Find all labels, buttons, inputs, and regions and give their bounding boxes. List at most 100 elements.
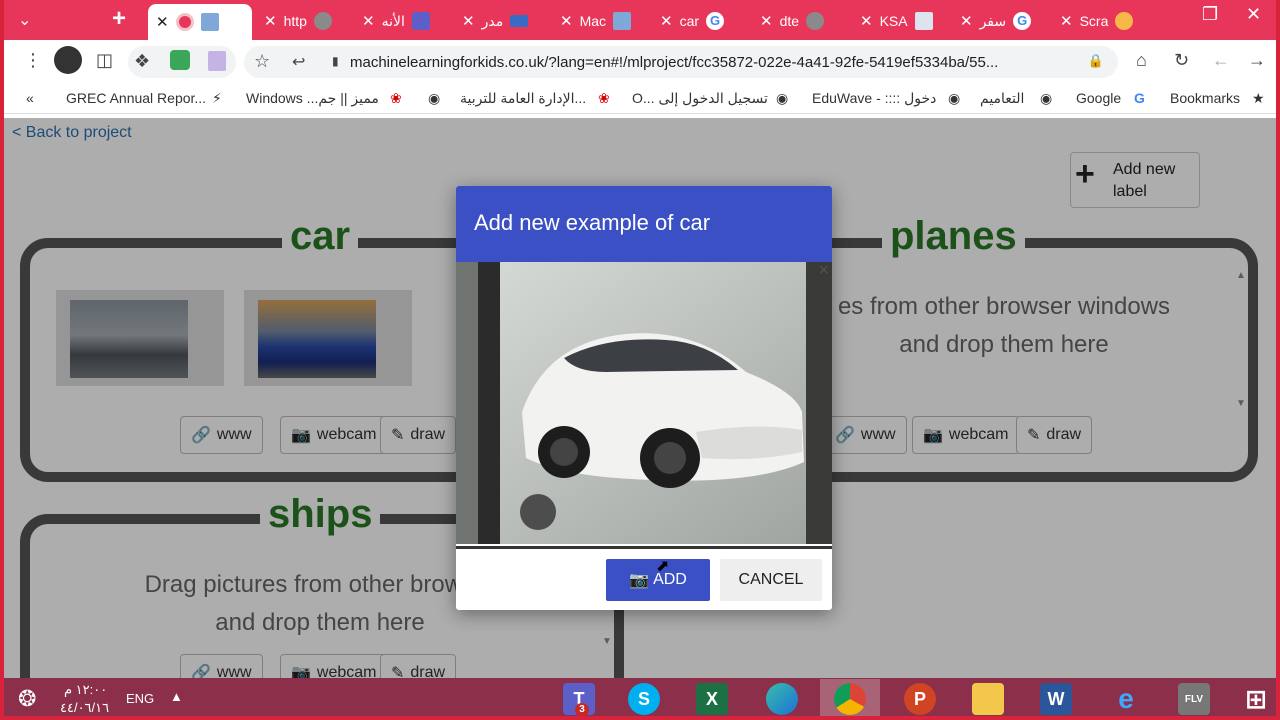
- close-icon[interactable]: ✕: [156, 13, 169, 31]
- close-icon[interactable]: ✕: [860, 12, 873, 30]
- bookmarks-bar: « GREC Annual Repor... ⚡ Windows ...مميز…: [4, 84, 1276, 114]
- tab-car[interactable]: ✕ car G: [652, 6, 746, 36]
- globe-icon: ◉: [948, 90, 961, 106]
- tray-expand-icon[interactable]: ▲: [170, 689, 183, 704]
- cancel-button[interactable]: CANCEL: [720, 559, 822, 601]
- bookmark-grec[interactable]: GREC Annual Repor...: [66, 90, 206, 106]
- internet-explorer-icon: e: [1118, 683, 1134, 714]
- excel-taskbar-button[interactable]: X: [682, 679, 742, 716]
- project-favicon-icon: [200, 13, 219, 31]
- dialog-title: Add new example of car: [456, 186, 832, 262]
- add-example-dialog: Add new example of car × 📷 ADD CANCEL: [456, 186, 832, 610]
- bookmark-eduwave[interactable]: EduWave - :::: دخول: [812, 90, 936, 107]
- edge-icon: [766, 683, 798, 715]
- close-icon[interactable]: ✕: [264, 12, 277, 30]
- browser-window: ⌄ + ✕ ✕ http ✕ الأنه ✕ مدر ✕ Mac ✕ car G…: [0, 0, 1280, 720]
- language-indicator[interactable]: ENG: [126, 691, 154, 706]
- new-tab-button[interactable]: +: [112, 5, 126, 33]
- globe-icon: [806, 12, 825, 30]
- bookmark-education[interactable]: الإدارة العامة للتربية...: [460, 90, 586, 107]
- skype-taskbar-button[interactable]: S: [614, 679, 674, 716]
- tab-ksa[interactable]: ✕ KSA: [852, 6, 946, 36]
- extensions-group: ❖: [128, 46, 236, 78]
- huawei-icon: ❀: [390, 90, 402, 106]
- tab-search-icon[interactable]: ⌄: [18, 10, 31, 30]
- edge-taskbar-button[interactable]: [752, 679, 812, 716]
- close-icon[interactable]: ✕: [960, 12, 973, 30]
- reload-icon[interactable]: ↻: [1174, 50, 1189, 71]
- teams-taskbar-button[interactable]: T3: [549, 679, 609, 716]
- pdf-icon[interactable]: [208, 51, 226, 71]
- globe-icon: [313, 12, 332, 30]
- flv-player-icon: FLV: [1178, 683, 1210, 715]
- bookmark-google[interactable]: Google: [1076, 90, 1121, 106]
- tab-dte[interactable]: ✕ dte: [752, 6, 846, 36]
- tab-label: car: [679, 13, 700, 29]
- file-explorer-taskbar-button[interactable]: [958, 679, 1018, 716]
- url-text: machinelearningforkids.co.uk/?lang=en#!/…: [350, 53, 999, 71]
- more-menu-icon[interactable]: ⋮: [24, 50, 42, 71]
- clock-date[interactable]: ٤٤/٠٦/١٦: [60, 700, 109, 716]
- tab-strip: ⌄ + ✕ ✕ http ✕ الأنه ✕ مدر ✕ Mac ✕ car G…: [4, 0, 1276, 40]
- skype-icon: S: [628, 683, 660, 715]
- bookmark-windows[interactable]: Windows ...مميز || جم: [246, 90, 379, 107]
- teams-icon: T3: [563, 683, 595, 716]
- bookmark-circulars[interactable]: التعاميم: [980, 90, 1024, 107]
- google-icon: G: [1013, 12, 1032, 30]
- tab-label: الأنه: [381, 12, 405, 29]
- close-window-icon[interactable]: ✕: [1246, 4, 1261, 25]
- forward-icon[interactable]: ←: [1212, 50, 1230, 71]
- google-icon: G: [1134, 90, 1145, 106]
- chrome-taskbar-button[interactable]: [820, 679, 880, 716]
- side-panel-icon[interactable]: ◫: [96, 50, 113, 71]
- address-bar[interactable]: ☆ ↩ ▮ machinelearningforkids.co.uk/?lang…: [244, 46, 1118, 78]
- globe-icon: ◉: [776, 90, 789, 106]
- windows-taskbar: ❂ ١٢:٠٠ م ٤٤/٠٦/١٦ ENG ▲ T3 S X P W e FL…: [4, 678, 1276, 716]
- tab-label: مدر: [481, 12, 504, 29]
- profile-avatar[interactable]: [54, 46, 82, 74]
- puzzle-icon[interactable]: ❖: [134, 51, 150, 72]
- tab-mac[interactable]: ✕ Mac: [552, 6, 646, 36]
- teams-icon: [411, 12, 430, 30]
- bookmarks-overflow-icon[interactable]: «: [26, 90, 34, 106]
- extension-icon[interactable]: [170, 50, 190, 70]
- globe-icon: ◉: [1040, 90, 1053, 106]
- share-icon[interactable]: ↩: [292, 52, 305, 72]
- clock-time[interactable]: ١٢:٠٠ م: [64, 682, 107, 698]
- globe-icon: ◉: [428, 90, 441, 106]
- tab-label: Mac: [579, 13, 607, 29]
- back-icon[interactable]: →: [1248, 50, 1266, 71]
- ie-taskbar-button[interactable]: e: [1096, 679, 1156, 716]
- powerpoint-taskbar-button[interactable]: P: [890, 679, 950, 716]
- start-button[interactable]: ⊞: [1226, 679, 1276, 716]
- close-icon[interactable]: ✕: [760, 12, 773, 30]
- flv-player-taskbar-button[interactable]: FLV: [1164, 679, 1224, 716]
- close-icon[interactable]: ✕: [660, 12, 673, 30]
- tab-school[interactable]: ✕ مدر: [454, 6, 548, 36]
- tab-travel[interactable]: ✕ سفر G: [952, 6, 1046, 36]
- restore-icon[interactable]: ❐: [1202, 4, 1218, 25]
- tab-label: Scra: [1079, 13, 1109, 29]
- tab-scratch[interactable]: ✕ Scra: [1052, 6, 1146, 36]
- close-icon[interactable]: ✕: [560, 12, 573, 30]
- weather-icon[interactable]: ❂: [18, 686, 36, 712]
- tab-teams[interactable]: ✕ الأنه: [354, 6, 448, 36]
- notification-badge: 3: [575, 703, 589, 716]
- svg-text:×: ×: [818, 262, 830, 278]
- browser-toolbar: ⋮ ◫ ❖ ☆ ↩ ▮ machinelearningforkids.co.uk…: [4, 40, 1276, 82]
- bookmarks-folder[interactable]: Bookmarks: [1170, 90, 1240, 106]
- mouse-cursor-icon: ⬈: [656, 558, 670, 575]
- close-icon[interactable]: ✕: [462, 12, 475, 30]
- close-icon[interactable]: ✕: [362, 12, 375, 30]
- flag-icon: [510, 15, 529, 27]
- bookmark-login[interactable]: O... تسجيل الدخول إلى: [632, 90, 768, 107]
- tab-active[interactable]: ✕: [148, 4, 252, 40]
- word-taskbar-button[interactable]: W: [1026, 679, 1086, 716]
- tab-label: http: [283, 13, 307, 29]
- site-info-icon[interactable]: ▮: [332, 54, 339, 68]
- webcam-frame-image: ×: [456, 262, 832, 544]
- close-icon[interactable]: ✕: [1060, 12, 1073, 30]
- home-icon[interactable]: ⌂: [1136, 50, 1147, 71]
- tab-http[interactable]: ✕ http: [256, 6, 350, 36]
- star-icon[interactable]: ☆: [254, 51, 270, 72]
